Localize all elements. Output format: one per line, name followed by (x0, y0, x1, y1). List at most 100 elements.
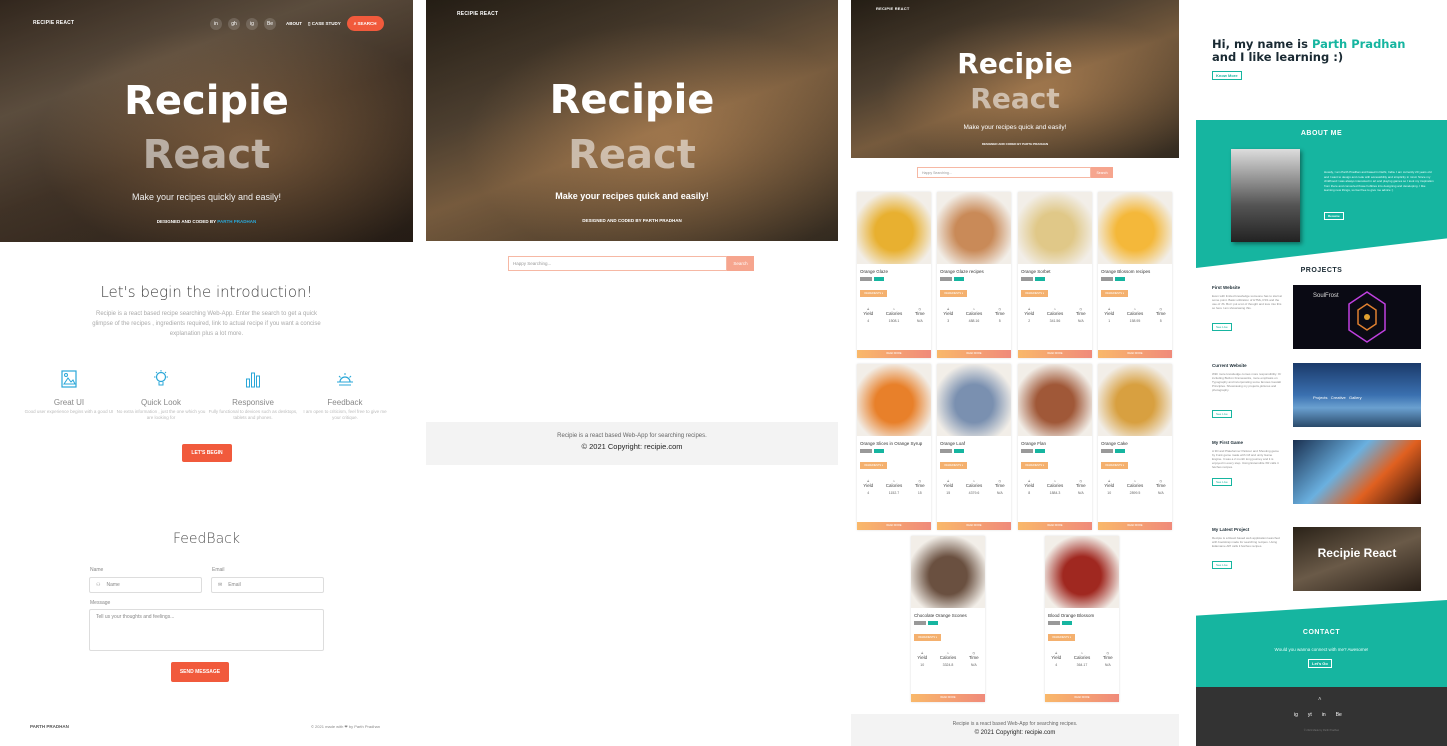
ingredients-dropdown[interactable]: INGREDIENTS ▾ (1021, 289, 1049, 297)
read-more-button[interactable]: READ MORE (937, 350, 1011, 358)
recipe-image (857, 192, 931, 264)
recipe-card[interactable]: Orange Slices in Orange Syrup INGREDIENTS… (857, 364, 931, 530)
read-more-button[interactable]: READ MORE (857, 350, 931, 358)
recipe-image (1098, 192, 1172, 264)
search-button[interactable]: Search (1091, 167, 1113, 178)
time-value: N/A (1077, 318, 1084, 323)
read-more-button[interactable]: READ MORE (1018, 350, 1092, 358)
nav-search-button[interactable]: ⌕ SEARCH (346, 16, 384, 31)
brand-logo[interactable]: RECIPIE REACT (876, 6, 910, 11)
read-more-button[interactable]: READ MORE (1098, 350, 1172, 358)
credit-name[interactable]: PARTH PRADHAN (217, 219, 256, 224)
lets-begin-button[interactable]: LET'S BEGIN (182, 444, 232, 462)
ingredients-dropdown[interactable]: INGREDIENTS ▾ (940, 289, 968, 297)
ingredients-dropdown[interactable]: INGREDIENTS ▾ (1021, 461, 1049, 469)
ingredients-dropdown[interactable]: INGREDIENTS ▾ (1048, 633, 1076, 641)
footer-copyright: © 2021 Copyright: recipie.com (581, 442, 683, 451)
search-input[interactable]: Happy Searching... (508, 256, 727, 271)
recipe-image (1045, 536, 1119, 608)
read-more-button[interactable]: READ MORE (1018, 522, 1092, 530)
recipe-card[interactable]: Orange Sorbet INGREDIENTS ▾ ♙ Yield 2 ♨ Calori… (1018, 192, 1092, 358)
time-stat: ◷ Time 5 (995, 307, 1005, 323)
hero-title-secondary: React (142, 132, 271, 178)
recipe-image (1018, 192, 1092, 264)
calories-stat: ♨ Calories 1884.3 (1047, 479, 1064, 495)
tag-badge (1115, 448, 1125, 453)
yield-value: 2 (1028, 318, 1031, 323)
ingredients-dropdown[interactable]: INGREDIENTS ▾ (860, 289, 888, 297)
brand-logo[interactable]: RECIPIE REACT (33, 20, 74, 26)
instagram-icon[interactable]: ig (1294, 712, 1298, 718)
recipe-card[interactable]: Orange Flan INGREDIENTS ▾ ♙ Yield 8 ♨ Calories… (1018, 364, 1092, 530)
name-field[interactable]: ⚇ Name (89, 577, 202, 593)
recipe-image (857, 364, 931, 436)
ingredients-dropdown[interactable]: INGREDIENTS ▾ (1101, 289, 1129, 297)
send-message-button[interactable]: SEND MESSAGE (171, 662, 229, 682)
feature-desc: Fully functional to devices such as desk… (208, 409, 298, 420)
time-stat: ◷ Time N/A (1156, 479, 1166, 495)
recipe-card[interactable]: Orange Cake INGREDIENTS ▾ ♙ Yield 10 ♨ Calorie… (1098, 364, 1172, 530)
see-live-button[interactable]: See Live (1212, 478, 1232, 486)
email-field[interactable]: ✉ Email (211, 577, 324, 593)
behance-icon[interactable]: Be (264, 17, 276, 30)
github-icon[interactable]: gh (228, 17, 240, 30)
recipe-card[interactable]: Blood Orange Blossom INGREDIENTS ▾ ♙ Yield 4… (1045, 536, 1119, 702)
project-image[interactable] (1293, 440, 1421, 504)
chevron-up-icon[interactable]: ˄ (1318, 697, 1322, 703)
feature-feedback: Feedback I am open to criticism, feel fr… (299, 370, 391, 421)
message-textarea[interactable]: Tell us your thoughts and feelings... (89, 609, 324, 651)
read-more-button[interactable]: READ MORE (1098, 522, 1172, 530)
recipe-card[interactable]: Orange Loaf INGREDIENTS ▾ ♙ Yield 15 ♨ Calorie… (937, 364, 1011, 530)
nav-about[interactable]: ABOUT (286, 21, 302, 26)
behance-icon[interactable]: Be (1336, 712, 1342, 718)
ingredients-dropdown[interactable]: INGREDIENTS ▾ (1101, 461, 1129, 469)
recipe-stats: ♙ Yield 4 ♨ Calories 364.17 ◷ Time N/A (1045, 651, 1119, 667)
project-image[interactable]: Projects Creative Gallery (1293, 363, 1421, 427)
ingredients-dropdown[interactable]: INGREDIENTS ▾ (914, 633, 942, 641)
brand-logo[interactable]: RECIPIE REACT (457, 11, 498, 17)
read-more-button[interactable]: READ MORE (911, 694, 985, 702)
recipe-card[interactable]: Orange Glaze INGREDIENTS ▾ ♙ Yield 4 ♨ Calorie… (857, 192, 931, 358)
see-live-button[interactable]: See Live (1212, 410, 1232, 418)
hero-title-secondary: React (568, 132, 696, 178)
time-value: N/A (970, 662, 977, 667)
yield-label: Yield (1024, 482, 1035, 488)
youtube-icon[interactable]: yt (1308, 712, 1312, 718)
footer: Recipie is a react based Web-App for sea… (426, 422, 838, 465)
see-live-button[interactable]: See Live (1212, 561, 1232, 569)
yield-stat: ♙ Yield 8 (1024, 479, 1034, 495)
ingredients-dropdown[interactable]: INGREDIENTS ▾ (860, 461, 888, 469)
search-input[interactable]: Happy Searching... (917, 167, 1091, 178)
feature-desc: Good user experience begins with a good … (24, 409, 114, 414)
calories-stat: ♨ Calories 158.95 (1127, 307, 1144, 323)
linkedin-icon[interactable]: in (210, 17, 222, 30)
greeting: Hi, my name is (1212, 37, 1308, 51)
instagram-icon[interactable]: ig (246, 17, 258, 30)
recipe-card[interactable]: Orange Glaze recipes INGREDIENTS ▾ ♙ Yield 3… (937, 192, 1011, 358)
ingredients-dropdown[interactable]: INGREDIENTS ▾ (940, 461, 968, 469)
yield-label: Yield (1051, 654, 1062, 660)
linkedin-icon[interactable]: in (1322, 712, 1326, 718)
resume-button[interactable]: Resume (1324, 212, 1344, 220)
project-image[interactable]: Recipie React (1293, 527, 1421, 591)
know-more-button[interactable]: Know More (1212, 71, 1242, 80)
tag-badge (1101, 448, 1113, 453)
search-button[interactable]: Search (727, 256, 754, 271)
recipe-card[interactable]: Chocolate Orange Scones INGREDIENTS ▾ ♙ Yie… (911, 536, 985, 702)
calories-stat: ♨ Calories 3324.8 (940, 651, 957, 667)
time-stat: ◷ Time N/A (915, 307, 925, 323)
feature-title: Responsive (232, 398, 274, 407)
lets-go-button[interactable]: Let's Go (1308, 659, 1332, 668)
yield-stat: ♙ Yield 10 (917, 651, 927, 667)
recipe-stats: ♙ Yield 4 ♨ Calories 1152.7 ◷ Time 15 (857, 479, 931, 495)
project-image[interactable]: SoulFrost (1293, 285, 1421, 349)
read-more-button[interactable]: READ MORE (937, 522, 1011, 530)
yield-value: 3 (947, 318, 950, 323)
calories-value: 364.17 (1076, 662, 1088, 667)
read-more-button[interactable]: READ MORE (1045, 694, 1119, 702)
see-live-button[interactable]: See Live (1212, 323, 1232, 331)
recipe-card[interactable]: Orange Blossom recipes INGREDIENTS ▾ ♙ Yiel… (1098, 192, 1172, 358)
nav-case-study[interactable]: ▯ CASE STUDY (308, 21, 341, 27)
yield-stat: ♙ Yield 4 (1051, 651, 1061, 667)
read-more-button[interactable]: READ MORE (857, 522, 931, 530)
